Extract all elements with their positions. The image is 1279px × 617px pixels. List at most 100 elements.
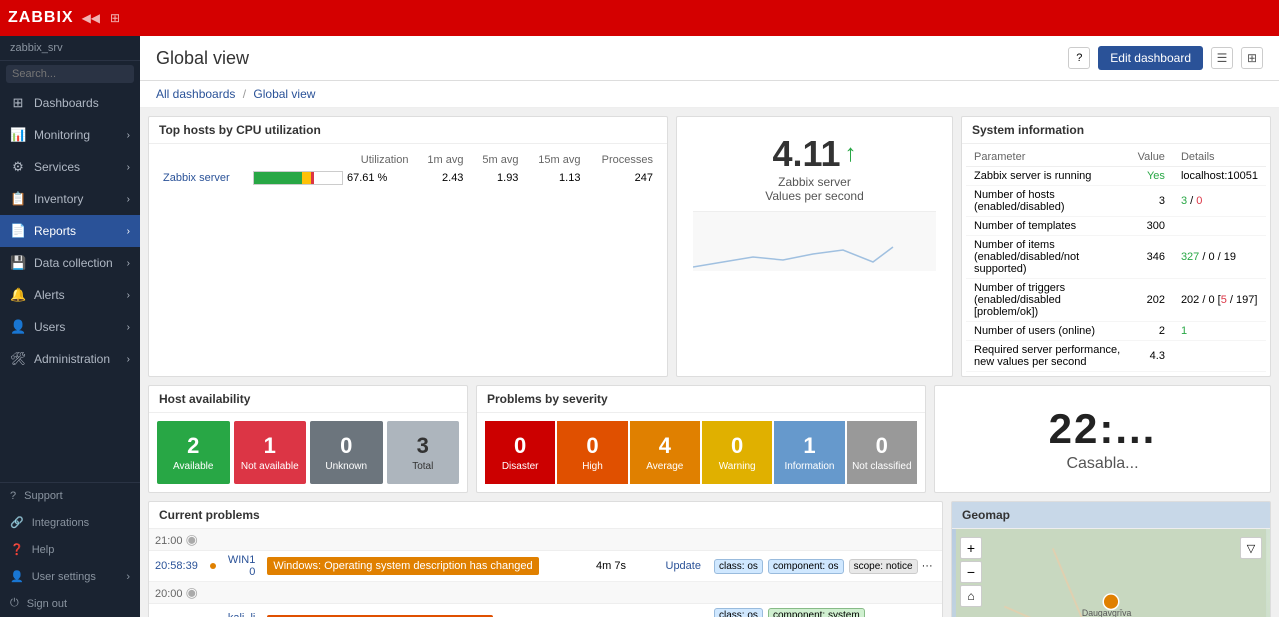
sidebar-item-support[interactable]: ? Support xyxy=(0,483,140,509)
tag[interactable]: class: os xyxy=(714,608,763,617)
tag[interactable]: component: os xyxy=(768,559,844,574)
breadcrumb-all-dashboards[interactable]: All dashboards xyxy=(156,87,235,101)
avail-not-available[interactable]: 1 Not available xyxy=(234,421,307,484)
cpu-table: Utilization 1m avg 5m avg 15m avg Proces… xyxy=(157,152,659,188)
tag[interactable]: scope: notice xyxy=(849,559,918,574)
cpu-col-processes: Processes xyxy=(586,152,659,168)
problem-bar[interactable]: Windows: Operating system description ha… xyxy=(267,557,538,575)
sidebar-item-dashboards[interactable]: ⊞ Dashboards xyxy=(0,87,140,119)
prob-disaster[interactable]: 0 Disaster xyxy=(485,421,555,484)
sidebar-expand-btn[interactable]: ⊞ xyxy=(110,11,120,25)
sidebar-item-alerts[interactable]: 🔔 Alerts › xyxy=(0,279,140,311)
sys-details: 327 / 0 / 19 xyxy=(1173,236,1266,279)
chevron-right-icon: › xyxy=(127,354,130,365)
services-icon: ⚙ xyxy=(10,159,26,175)
prob-information[interactable]: 1 Information xyxy=(774,421,844,484)
vps-label1: Zabbix server xyxy=(765,175,864,189)
reports-icon: 📄 xyxy=(10,223,26,239)
sidebar-item-label: Users xyxy=(34,320,119,334)
sidebar-item-integrations[interactable]: 🔗 Integrations xyxy=(0,509,140,536)
sidebar-item-inventory[interactable]: 📋 Inventory › xyxy=(0,183,140,215)
breadcrumb-global-view[interactable]: Global view xyxy=(253,87,315,101)
vps-chart-svg xyxy=(693,212,936,272)
fullscreen-button[interactable]: ⊞ xyxy=(1241,47,1263,69)
problem-timestamp: 18:57:01 xyxy=(149,604,204,617)
tag[interactable]: class: os xyxy=(714,559,763,574)
administration-icon: 🛠 xyxy=(10,351,26,367)
home-button[interactable]: ⌂ xyxy=(960,585,982,607)
support-icon: ? xyxy=(10,490,16,502)
sys-param: Number of hosts (enabled/disabled) xyxy=(966,186,1130,217)
prob-warning[interactable]: 0 Warning xyxy=(702,421,772,484)
chevron-right-icon: › xyxy=(127,322,130,333)
sidebar-item-administration[interactable]: 🛠 Administration › xyxy=(0,343,140,375)
support-label: Support xyxy=(24,490,63,502)
topbar: ZABBIX ◀◀ ⊞ xyxy=(0,0,1279,36)
sidebar-collapse-btn[interactable]: ◀◀ xyxy=(82,11,100,25)
sidebar-item-monitoring[interactable]: 📊 Monitoring › xyxy=(0,119,140,151)
filter-button[interactable]: ▽ xyxy=(1240,537,1262,559)
list-view-button[interactable]: ☰ xyxy=(1211,47,1233,69)
problem-action: Update xyxy=(660,604,707,617)
sys-col-param: Parameter xyxy=(966,148,1130,167)
help-button[interactable]: ? xyxy=(1068,47,1090,69)
sidebar-item-help[interactable]: ❓ Help xyxy=(0,536,140,563)
chevron-right-icon: › xyxy=(127,258,130,269)
sign-out-icon: ⏻ xyxy=(10,597,19,610)
sidebar-item-label: Services xyxy=(34,160,119,174)
prob-average[interactable]: 4 Average xyxy=(630,421,700,484)
problem-dot xyxy=(204,551,222,582)
problem-host[interactable]: kali_linux xyxy=(222,604,262,617)
alerts-icon: 🔔 xyxy=(10,287,26,303)
sidebar-item-data-collection[interactable]: 💾 Data collection › xyxy=(0,247,140,279)
host-cell[interactable]: Zabbix server xyxy=(157,168,247,188)
help-icon: ❓ xyxy=(10,543,24,556)
dashboard-grid: Top hosts by CPU utilization Utilization… xyxy=(140,108,1279,617)
update-link[interactable]: Update xyxy=(666,560,701,572)
sys-details: 3 / 0 xyxy=(1173,186,1266,217)
prob-label-information: Information xyxy=(784,461,834,472)
host-availability-header: Host availability xyxy=(149,386,467,413)
avail-available[interactable]: 2 Available xyxy=(157,421,230,484)
geomap-header: Geomap xyxy=(952,502,1270,529)
zoom-in-button[interactable]: + xyxy=(960,537,982,559)
sys-value: 2 xyxy=(1130,322,1173,341)
problem-host[interactable]: WIN10 xyxy=(222,551,262,582)
edit-dashboard-button[interactable]: Edit dashboard xyxy=(1098,46,1203,70)
prob-high[interactable]: 0 High xyxy=(557,421,627,484)
search-input[interactable] xyxy=(6,65,134,83)
prob-label-average: Average xyxy=(646,461,683,472)
geomap-body[interactable]: + − ⌂ ▽ xyxy=(952,529,1270,617)
avail-unknown[interactable]: 0 Unknown xyxy=(310,421,383,484)
problem-tags: class: os component: os scope: notice ··… xyxy=(707,551,942,582)
host-availability-widget: Host availability 2 Available 1 Not avai… xyxy=(148,385,468,493)
sys-value: 3 xyxy=(1130,186,1173,217)
zoom-out-button[interactable]: − xyxy=(960,561,982,583)
sidebar-item-user-settings[interactable]: 👤 User settings › xyxy=(0,563,140,590)
table-row: Number of triggers (enabled/disabled [pr… xyxy=(966,279,1266,322)
table-row: Number of items (enabled/disabled/not su… xyxy=(966,236,1266,279)
dashboards-icon: ⊞ xyxy=(10,95,26,111)
sidebar-item-services[interactable]: ⚙ Services › xyxy=(0,151,140,183)
prob-label-high: High xyxy=(582,461,603,472)
prob-not-classified[interactable]: 0 Not classified xyxy=(847,421,917,484)
breadcrumb: All dashboards / Global view xyxy=(140,81,1279,108)
chevron-right-icon: › xyxy=(127,290,130,301)
more-tags-btn[interactable]: ··· xyxy=(922,560,933,572)
row-2: Host availability 2 Available 1 Not avai… xyxy=(148,385,1271,493)
tag[interactable]: component: system xyxy=(768,608,865,617)
prob-num-high: 0 xyxy=(586,433,598,459)
sidebar-item-reports[interactable]: 📄 Reports › xyxy=(0,215,140,247)
user-settings-icon: 👤 xyxy=(10,570,24,583)
sidebar-item-users[interactable]: 👤 Users › xyxy=(0,311,140,343)
vps-widget: 4.11 ↑ Zabbix server Values per second xyxy=(676,116,953,377)
table-row: 18:57:01 kali_linux Linux: Zabbix agent … xyxy=(149,604,942,617)
time-group-dot: ◉ xyxy=(186,531,198,547)
sidebar-item-sign-out[interactable]: ⏻ Sign out xyxy=(0,590,140,617)
chevron-right-icon: › xyxy=(127,162,130,173)
sidebar-item-label: Dashboards xyxy=(34,96,130,110)
avail-label-available: Available xyxy=(173,461,213,472)
cpu-bar xyxy=(253,171,343,185)
table-row: 20:58:39 WIN10 Windows: Operating system… xyxy=(149,551,942,582)
sys-param: Number of users (online) xyxy=(966,322,1130,341)
